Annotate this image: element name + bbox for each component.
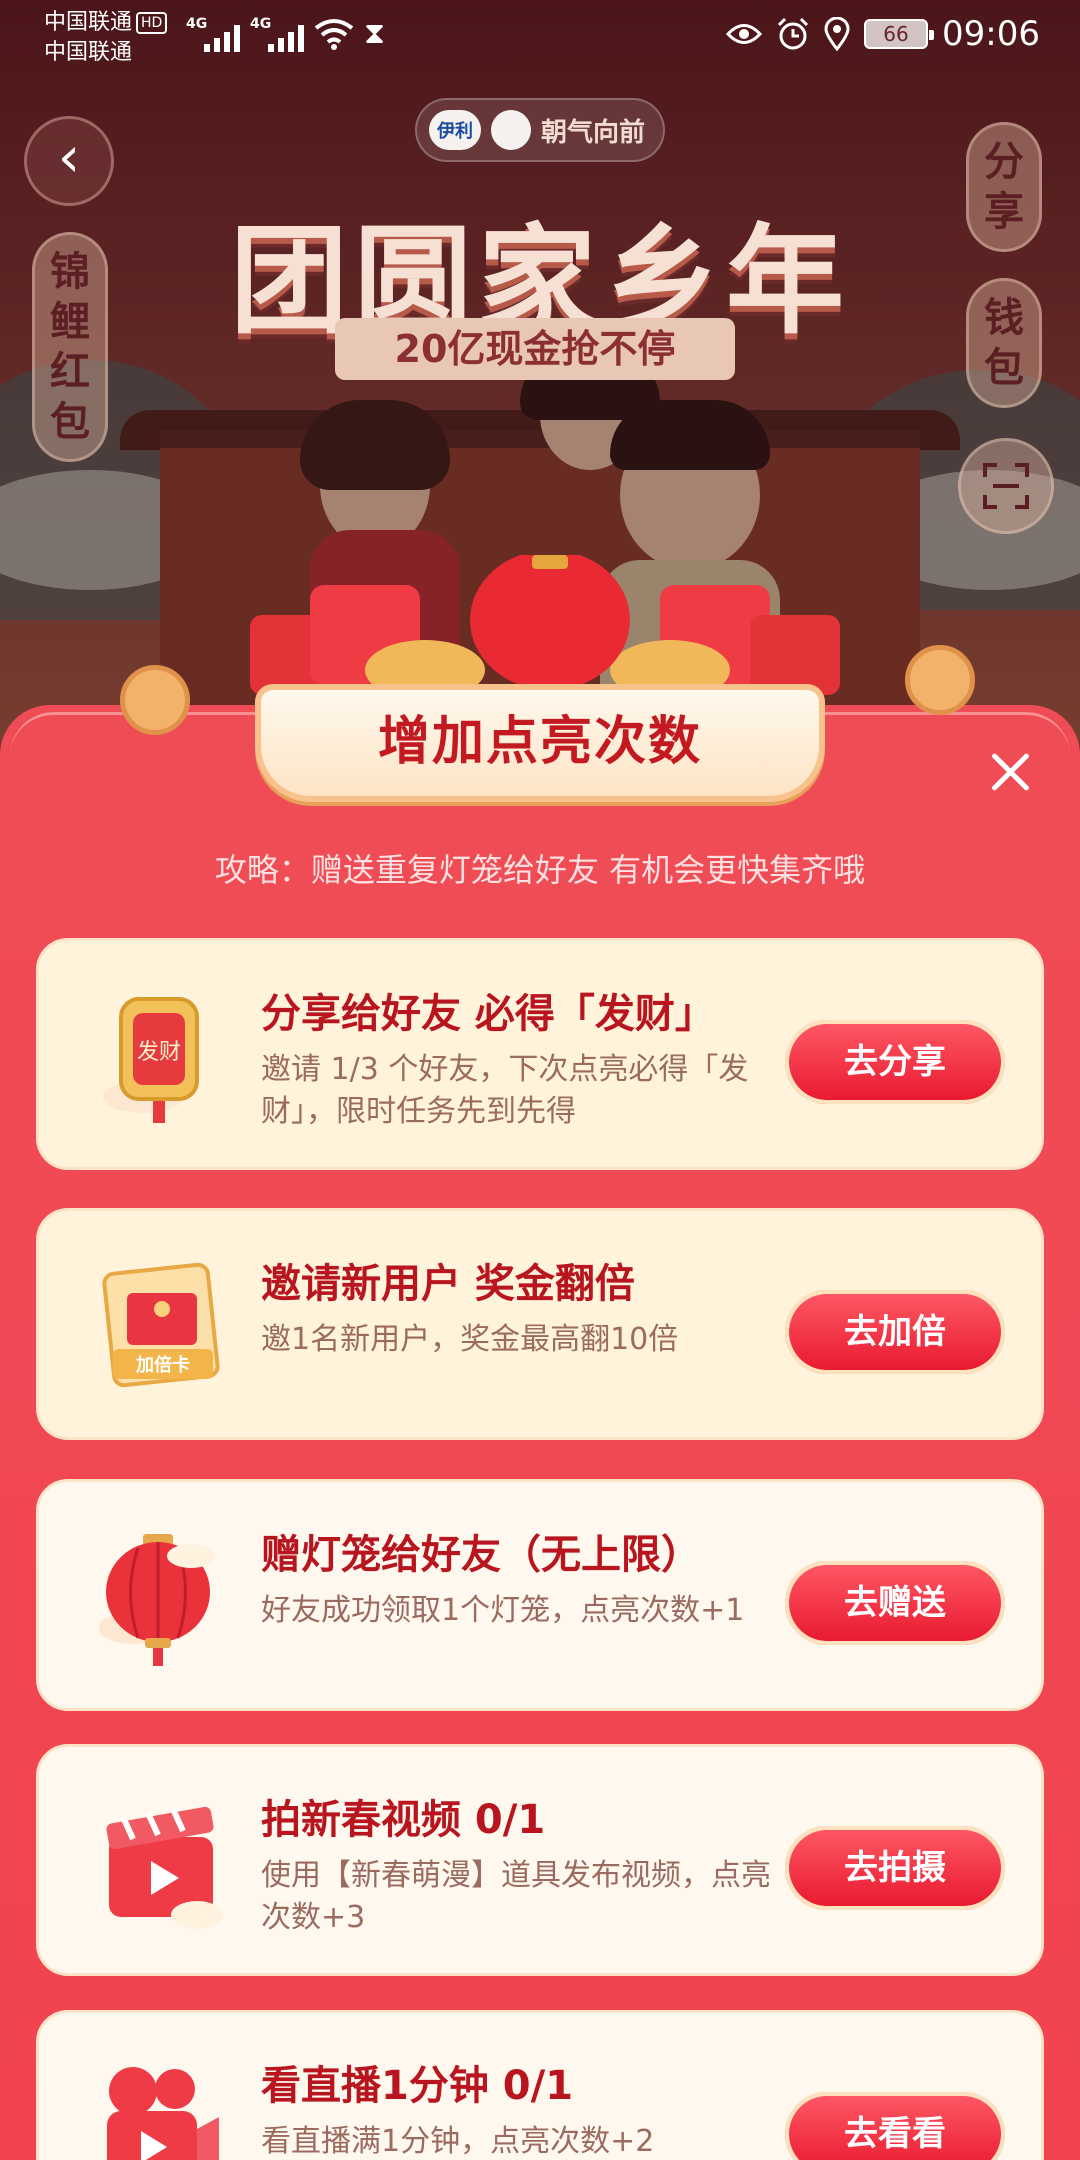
fortune-charm-icon: 发财 <box>103 997 199 1123</box>
carrier-1: 中国联通 <box>44 10 133 35</box>
battery-indicator: 66 <box>864 19 935 49</box>
wallet-button[interactable]: 钱包 <box>966 278 1042 408</box>
task-title: 拍新春视频 0/1 <box>261 1797 546 1843</box>
lantern-icon <box>99 1534 215 1666</box>
hourglass-icon: ⧗ <box>364 16 386 51</box>
eye-icon <box>726 24 763 44</box>
hd-badge: HD <box>136 12 168 34</box>
task-desc: 使用【新春萌漫】道具发布视频，点亮次数+3 <box>261 1858 771 1935</box>
double-card-text: 加倍卡 <box>135 1354 190 1376</box>
close-button[interactable] <box>985 747 1035 797</box>
partner-badge: 伊利 朝气向前 <box>415 98 665 162</box>
task-card-invite: 加倍卡 邀请新用户 奖金翻倍 邀1名新用户，奖金最高翻10倍 去加倍 <box>36 1208 1044 1440</box>
partner-logo: 伊利 <box>429 110 481 150</box>
go-shoot-button[interactable]: 去拍摄 <box>785 1826 1005 1910</box>
olympic-emblem-icon <box>491 110 531 150</box>
location-icon <box>824 17 850 51</box>
task-desc: 邀请 1/3 个好友，下次点亮必得「发财」，限时任务先到先得 <box>261 1052 749 1129</box>
charm-text: 发财 <box>137 1040 181 1065</box>
task-title: 赠灯笼给好友（无上限） <box>261 1532 701 1578</box>
hero-subtitle: 20亿现金抢不停 <box>335 318 735 380</box>
tip-text: 攻略：赠送重复灯笼给好友 有机会更快集齐哦 <box>214 851 866 889</box>
task-desc: 邀1名新用户，奖金最高翻10倍 <box>261 1322 679 1357</box>
coin-icon <box>120 665 190 735</box>
task-card-share: 发财 分享给好友 必得「发财」 邀请 1/3 个好友，下次点亮必得「发财」，限时… <box>36 938 1044 1170</box>
live-camera-icon <box>107 2067 219 2160</box>
sheet-title: 增加点亮次数 <box>255 684 825 802</box>
wifi-icon <box>314 19 354 50</box>
task-title: 看直播1分钟 0/1 <box>261 2063 574 2109</box>
task-card-live: 看直播1分钟 0/1 看直播满1分钟，点亮次数+2 去看看 <box>36 2010 1044 2160</box>
koi-red-packet-button[interactable]: 锦鲤红包 <box>32 232 108 462</box>
scan-icon <box>983 463 1029 509</box>
share-button[interactable]: 分享 <box>966 122 1042 252</box>
go-watch-button[interactable]: 去看看 <box>785 2092 1005 2160</box>
task-card-video: 拍新春视频 0/1 使用【新春萌漫】道具发布视频，点亮次数+3 去拍摄 <box>36 1744 1044 1976</box>
lantern-decoration-icon <box>250 555 840 700</box>
go-double-button[interactable]: 去加倍 <box>785 1290 1005 1374</box>
chevron-left-icon: ‹ <box>57 125 81 190</box>
coin-icon-2 <box>905 645 975 715</box>
partner-slogan: 朝气向前 <box>541 117 646 148</box>
double-card-icon: 加倍卡 <box>102 1262 220 1388</box>
signal-icon <box>204 18 240 52</box>
task-card-gift-lantern: 赠灯笼给好友（无上限） 好友成功领取1个灯笼，点亮次数+1 去赠送 <box>36 1479 1044 1711</box>
task-title: 邀请新用户 奖金翻倍 <box>261 1261 635 1307</box>
carrier-2: 中国联通 <box>44 40 133 65</box>
alarm-icon <box>777 17 809 50</box>
carrier-info: 中国联通 HD 中国联通 <box>44 8 168 68</box>
status-right: 66 09:06 <box>726 14 1040 54</box>
task-title: 分享给好友 必得「发财」 <box>261 991 715 1037</box>
back-button[interactable]: ‹ <box>24 116 114 206</box>
scan-button[interactable] <box>958 438 1054 534</box>
go-gift-button[interactable]: 去赠送 <box>785 1561 1005 1645</box>
task-desc: 看直播满1分钟，点亮次数+2 <box>261 2124 655 2159</box>
status-bar: 中国联通 HD 中国联通 4G 4G ⧗ 66 09:06 <box>0 0 1080 72</box>
clock: 09:06 <box>942 14 1040 54</box>
clapperboard-icon <box>106 1806 223 1929</box>
signal-icon-2 <box>268 18 304 52</box>
go-share-button[interactable]: 去分享 <box>785 1020 1005 1104</box>
task-desc: 好友成功领取1个灯笼，点亮次数+1 <box>261 1593 745 1628</box>
